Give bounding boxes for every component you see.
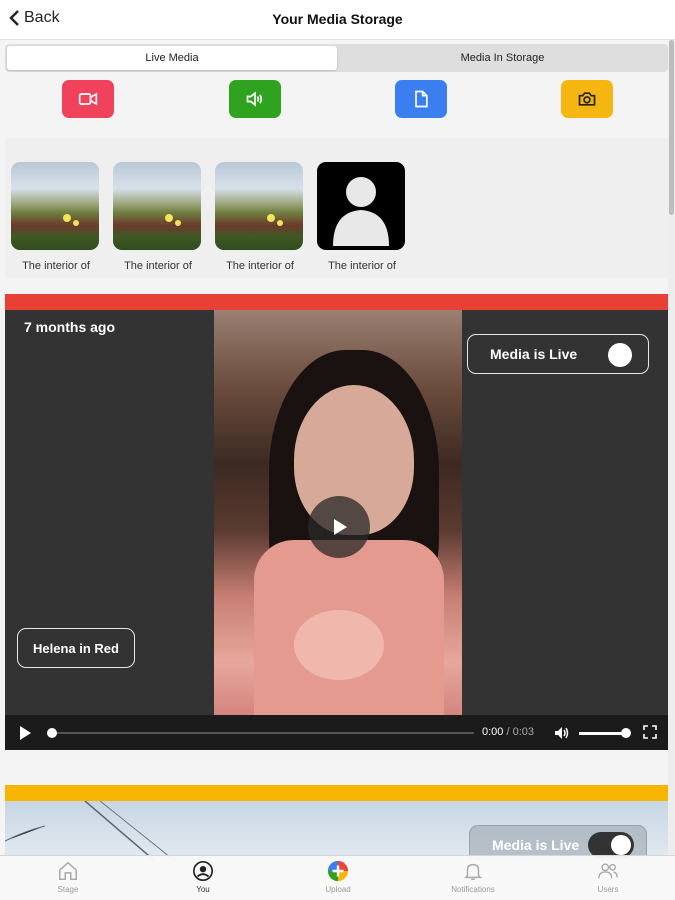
card-accent-bar — [5, 785, 670, 801]
camera-icon — [578, 92, 596, 106]
thumbnail-item[interactable]: The interior of — [215, 162, 305, 272]
bell-icon — [463, 863, 483, 880]
tab-notifications[interactable]: Notifications — [433, 860, 513, 894]
document-type-button[interactable] — [395, 80, 447, 118]
progress-track[interactable] — [47, 728, 474, 738]
video-frame-rose — [294, 610, 384, 680]
card-accent-bar — [5, 294, 670, 310]
landscape-thumbnail-image — [113, 162, 201, 250]
toggle-knob — [608, 343, 632, 367]
time-readout: 0:00 / 0:03 — [482, 726, 534, 738]
default-avatar-icon — [333, 177, 389, 246]
tab-you[interactable]: You — [163, 860, 243, 894]
tab-users[interactable]: Users — [568, 860, 648, 894]
live-media-thumbnails: The interior of The interior of The inte… — [5, 138, 668, 278]
media-live-label: Media is Live — [492, 837, 580, 853]
app-header: Back Your Media Storage — [0, 0, 675, 40]
video-type-button[interactable] — [62, 80, 114, 118]
toggle-knob — [611, 835, 631, 855]
upload-plus-icon — [327, 860, 349, 882]
media-live-toggle[interactable]: Media is Live — [467, 334, 649, 374]
user-icon — [193, 861, 213, 881]
tab-label: You — [196, 885, 210, 894]
tab-live-media[interactable]: Live Media — [7, 46, 337, 70]
photo-type-button[interactable] — [561, 80, 613, 118]
thumbnail-item[interactable]: The interior of — [11, 162, 101, 272]
progress-handle[interactable] — [47, 728, 57, 738]
document-icon — [415, 90, 428, 108]
avatar-thumbnail-image — [317, 162, 405, 250]
media-name-badge[interactable]: Helena in Red — [17, 628, 135, 668]
video-camera-icon — [78, 92, 98, 106]
thumbnail-item[interactable]: The interior of — [113, 162, 203, 272]
page-scrollbar[interactable] — [668, 40, 675, 855]
audio-type-button[interactable] — [229, 80, 281, 118]
media-segment-control: Live Media Media In Storage — [5, 44, 668, 72]
volume-slider[interactable] — [579, 728, 631, 738]
play-overlay-button[interactable] — [308, 496, 370, 558]
users-icon — [598, 863, 618, 879]
scrollbar-thumb[interactable] — [669, 40, 674, 215]
volume-handle[interactable] — [621, 728, 631, 738]
time-separator: / — [506, 726, 510, 738]
thumbnail-caption: The interior of — [22, 260, 90, 272]
card-timestamp: 7 months ago — [24, 319, 116, 335]
landscape-thumbnail-image — [215, 162, 303, 250]
tab-label: Upload — [325, 885, 351, 894]
time-current: 0:00 — [482, 726, 504, 738]
tab-label: Stage — [57, 885, 79, 894]
tab-label: Notifications — [451, 885, 495, 894]
fullscreen-icon[interactable] — [643, 725, 657, 739]
media-live-label: Media is Live — [490, 346, 578, 362]
page-title: Your Media Storage — [272, 11, 403, 27]
time-total: 0:03 — [512, 726, 535, 738]
video-controls: 0:00 / 0:03 — [5, 715, 670, 750]
bottom-tab-bar: Stage You Upload Notifications Users — [0, 855, 675, 900]
home-icon — [59, 861, 77, 880]
volume-icon[interactable] — [554, 725, 570, 741]
media-type-row — [0, 72, 668, 134]
tab-upload[interactable]: Upload — [298, 860, 378, 894]
thumbnail-caption: The interior of — [124, 260, 192, 272]
speaker-icon — [246, 91, 263, 107]
wire-lines-decor — [5, 801, 175, 860]
thumbnail-caption: The interior of — [226, 260, 294, 272]
tab-label: Users — [597, 885, 619, 894]
live-media-card: 7 months ago Media is Live Helena in Red… — [5, 294, 670, 750]
thumbnail-item[interactable]: The interior of — [317, 162, 407, 272]
thumbnail-caption: The interior of — [328, 260, 396, 272]
play-control-button[interactable] — [20, 726, 31, 740]
tab-media-in-storage[interactable]: Media In Storage — [339, 46, 666, 70]
live-media-card: Media is Live — [5, 785, 670, 860]
tab-stage[interactable]: Stage — [28, 860, 108, 894]
play-icon — [334, 519, 347, 535]
video-player[interactable] — [214, 310, 462, 750]
landscape-thumbnail-image — [11, 162, 99, 250]
